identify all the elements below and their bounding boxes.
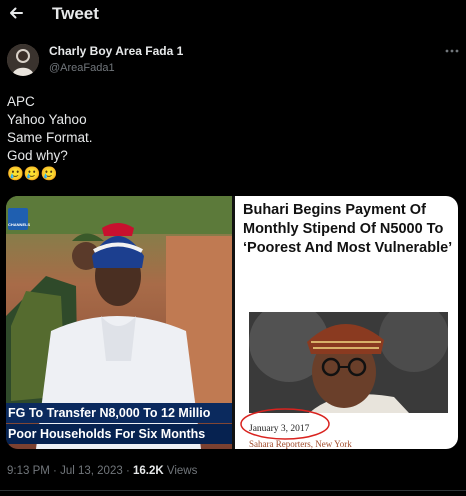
avatar-image (7, 44, 39, 76)
views-label: Views (166, 465, 198, 477)
author-handle[interactable]: @AreaFada1 (49, 62, 115, 74)
media-image-left[interactable]: CHANNELS FG To Transfer N8,000 To 12 Mil… (6, 196, 232, 449)
divider (0, 490, 466, 491)
red-circle-annotation (240, 408, 330, 440)
views-count[interactable]: 16.2K (133, 465, 164, 477)
tweet-emoji: 🥲🥲🥲 (7, 166, 58, 181)
tweet-time[interactable]: 9:13 PM (7, 465, 50, 477)
article-source: Sahara Reporters, New York (249, 439, 352, 449)
tweet-line: God why? (7, 148, 68, 163)
top-bar: Tweet (0, 0, 466, 30)
tweet-line: APC (7, 94, 35, 109)
avatar[interactable] (7, 44, 39, 76)
tweet-meta: 9:13 PM · Jul 13, 2023 · 16.2K Views (7, 465, 197, 477)
tweet-text: APC Yahoo Yahoo Same Format. God why? 🥲🥲… (7, 93, 93, 183)
news-caption-line1: FG To Transfer N8,000 To 12 Millio (6, 403, 232, 423)
separator: · (53, 465, 57, 477)
page-title: Tweet (52, 4, 99, 23)
channels-logo: CHANNELS (8, 208, 30, 230)
news-caption-line2: Poor Households For Six Months (6, 424, 232, 444)
separator: · (125, 465, 130, 477)
media-image-right[interactable]: Buhari Begins Payment Of Monthly Stipend… (235, 196, 458, 449)
tweet-line: Yahoo Yahoo (7, 112, 87, 127)
media-grid: CHANNELS FG To Transfer N8,000 To 12 Mil… (6, 196, 458, 449)
back-arrow-icon[interactable] (6, 3, 26, 23)
author-name[interactable]: Charly Boy Area Fada 1 (49, 44, 183, 58)
article-date: January 3, 2017 (249, 424, 310, 434)
tweet-date[interactable]: Jul 13, 2023 (60, 465, 123, 477)
tweet-line: Same Format. (7, 130, 93, 145)
more-options-icon[interactable] (444, 44, 460, 56)
